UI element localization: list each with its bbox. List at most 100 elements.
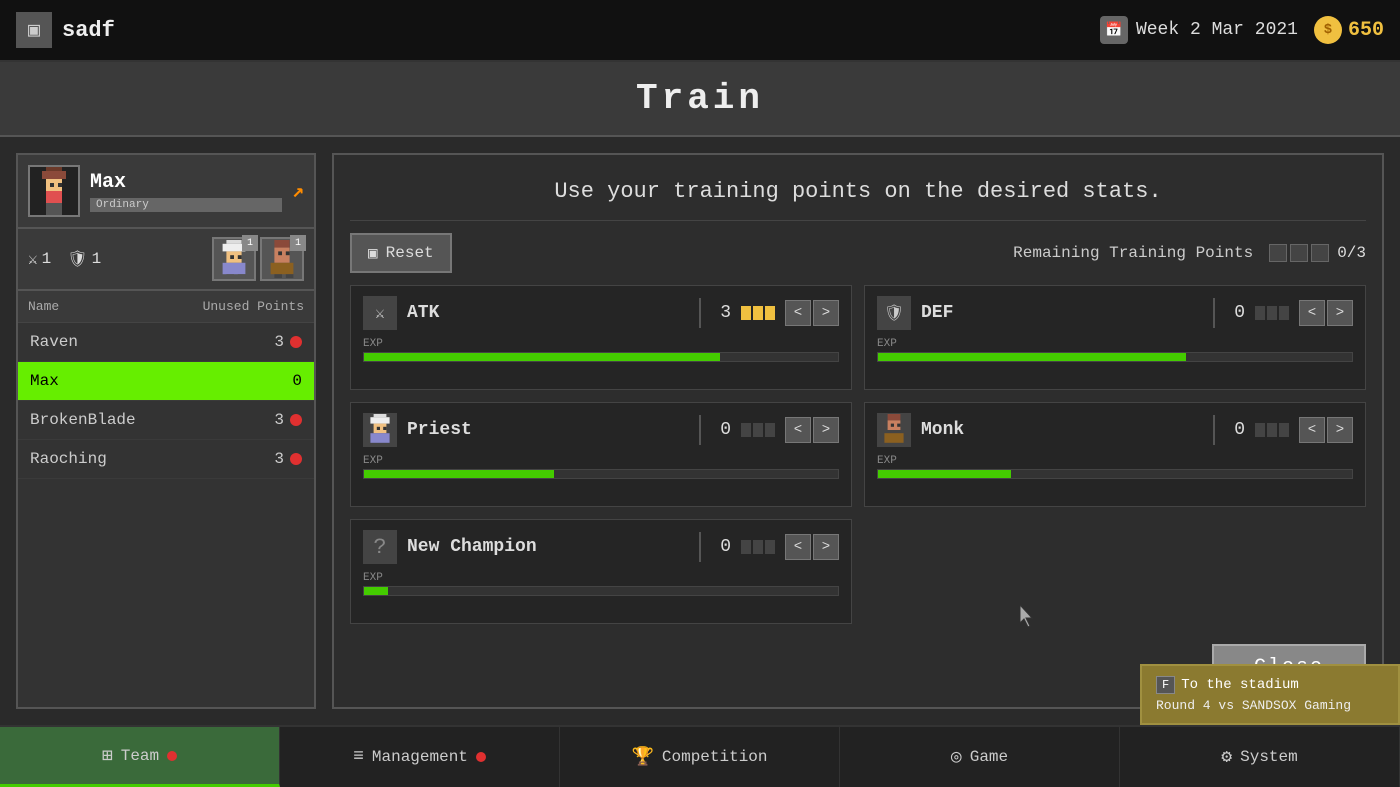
roster-list[interactable]: Raven 3 Max 0 BrokenBlade 3 (18, 323, 314, 707)
champion-exp-bar (363, 586, 839, 596)
stadium-notification[interactable]: F To the stadium Round 4 vs SANDSOX Gami… (1140, 664, 1400, 725)
atk-exp-bar (363, 352, 839, 362)
coins-display: $ 650 (1314, 16, 1384, 44)
pip-empty (741, 540, 751, 554)
roster-col-name: Name (28, 299, 59, 314)
monk-controls: < > (1299, 417, 1353, 443)
def-exp-label: EXP (877, 338, 1353, 350)
champion-exp-fill (364, 587, 388, 595)
monk-increase-button[interactable]: > (1327, 417, 1353, 443)
roster-item-raoching[interactable]: Raoching 3 (18, 440, 314, 479)
def-icon: 🛡 (877, 296, 911, 330)
nav-item-competition[interactable]: 🏆 Competition (560, 727, 840, 787)
priest-card-sprite (366, 414, 394, 446)
left-panel: Max Ordinary ↗ ⚔ 1 🛡 1 (16, 153, 316, 709)
character-rank: Ordinary (90, 198, 282, 212)
competition-icon: 🏆 (631, 746, 653, 768)
roster-item-raven[interactable]: Raven 3 (18, 323, 314, 362)
roster-col-points: Unused Points (203, 299, 304, 314)
game-title: sadf (62, 18, 115, 43)
champion-icon: ? (363, 530, 397, 564)
calendar-icon: 📅 (1100, 16, 1128, 44)
monk-icon (877, 413, 911, 447)
nav-item-game[interactable]: ◎ Game (840, 727, 1120, 787)
nav-item-team[interactable]: ⊞ Team (0, 727, 280, 787)
atk-value: 3 (711, 303, 731, 323)
training-points-display: 0/3 (1269, 244, 1366, 262)
roster-item-brokenblade[interactable]: BrokenBlade 3 (18, 401, 314, 440)
portrait-monk[interactable]: 1 (260, 237, 304, 281)
stat-card-priest: Priest 0 < > EXP (350, 402, 852, 507)
modal-body: Max Ordinary ↗ ⚔ 1 🛡 1 (0, 137, 1400, 725)
pip (741, 306, 751, 320)
stat-priest-header: Priest 0 < > (363, 413, 839, 447)
character-name: Max (90, 171, 282, 194)
modal-title: Train (0, 62, 1400, 137)
champion-pips (741, 540, 775, 554)
top-bar: ▣ sadf 📅 Week 2 Mar 2021 $ 650 (0, 0, 1400, 62)
def-controls: < > (1299, 300, 1353, 326)
coin-icon: $ (1314, 16, 1342, 44)
controls-row: ▣ Reset Remaining Training Points 0/3 (350, 233, 1366, 273)
portrait-priest[interactable]: 1 (212, 237, 256, 281)
attack-value: 1 (42, 250, 52, 268)
atk-name: ATK (407, 303, 689, 323)
priest-increase-button[interactable]: > (813, 417, 839, 443)
nav-item-system[interactable]: ⚙ System (1120, 727, 1400, 787)
def-decrease-button[interactable]: < (1299, 300, 1325, 326)
stat-monk-header: Monk 0 < > (877, 413, 1353, 447)
stats-grid: ⚔ ATK 3 < > EXP (350, 285, 1366, 624)
roster-points-max: 0 (292, 372, 302, 390)
coins-value: 650 (1348, 19, 1384, 42)
priest-decrease-button[interactable]: < (785, 417, 811, 443)
pip (765, 306, 775, 320)
pip-empty (1279, 306, 1289, 320)
nav-label-management: Management (372, 748, 468, 766)
expand-arrow-icon[interactable]: ↗ (292, 178, 304, 204)
stat-def-header: 🛡 DEF 0 < > (877, 296, 1353, 330)
nav-item-management[interactable]: ≡ Management (280, 727, 560, 787)
management-icon: ≡ (353, 747, 364, 767)
date-text: Week 2 Mar 2021 (1136, 20, 1298, 40)
roster-name-raoching: Raoching (30, 450, 107, 468)
nav-label-game: Game (970, 748, 1008, 766)
reset-button[interactable]: ▣ Reset (350, 233, 452, 273)
roster-name-raven: Raven (30, 333, 78, 351)
champion-decrease-button[interactable]: < (785, 534, 811, 560)
game-icon: ▣ (16, 12, 52, 48)
game-nav-icon: ◎ (951, 746, 962, 768)
atk-decrease-button[interactable]: < (785, 300, 811, 326)
def-increase-button[interactable]: > (1327, 300, 1353, 326)
champion-increase-button[interactable]: > (813, 534, 839, 560)
training-points-value: 0/3 (1337, 244, 1366, 262)
character-stats-row: ⚔ 1 🛡 1 (18, 229, 314, 291)
pip-empty (1267, 423, 1277, 437)
pip-empty (1279, 423, 1289, 437)
reset-label: Reset (386, 244, 434, 262)
character-header: Max Ordinary ↗ (18, 155, 314, 229)
def-exp-fill (878, 353, 1186, 361)
monk-value: 0 (1225, 420, 1245, 440)
champion-name: New Champion (407, 537, 689, 557)
roster-item-max[interactable]: Max 0 (18, 362, 314, 401)
character-avatar (28, 165, 80, 217)
roster-header: Name Unused Points (18, 291, 314, 323)
stat-card-def: 🛡 DEF 0 < > EXP (864, 285, 1366, 390)
priest-exp-bar (363, 469, 839, 479)
stadium-subtitle: Round 4 vs SANDSOX Gaming (1156, 698, 1384, 713)
pip-empty (741, 423, 751, 437)
training-point-boxes (1269, 244, 1329, 262)
stat-divider (1213, 415, 1215, 445)
system-icon: ⚙ (1221, 746, 1232, 768)
roster-points-raven: 3 (274, 333, 302, 351)
roster-points-brokenblade: 3 (274, 411, 302, 429)
stadium-key: F (1156, 676, 1175, 694)
champion-controls: < > (785, 534, 839, 560)
monk-decrease-button[interactable]: < (1299, 417, 1325, 443)
right-panel: Use your training points on the desired … (332, 153, 1384, 709)
defense-value: 1 (92, 250, 102, 268)
roster-name-max: Max (30, 372, 59, 390)
atk-increase-button[interactable]: > (813, 300, 839, 326)
modal-background: Train (0, 62, 1400, 725)
pip-empty (1255, 423, 1265, 437)
